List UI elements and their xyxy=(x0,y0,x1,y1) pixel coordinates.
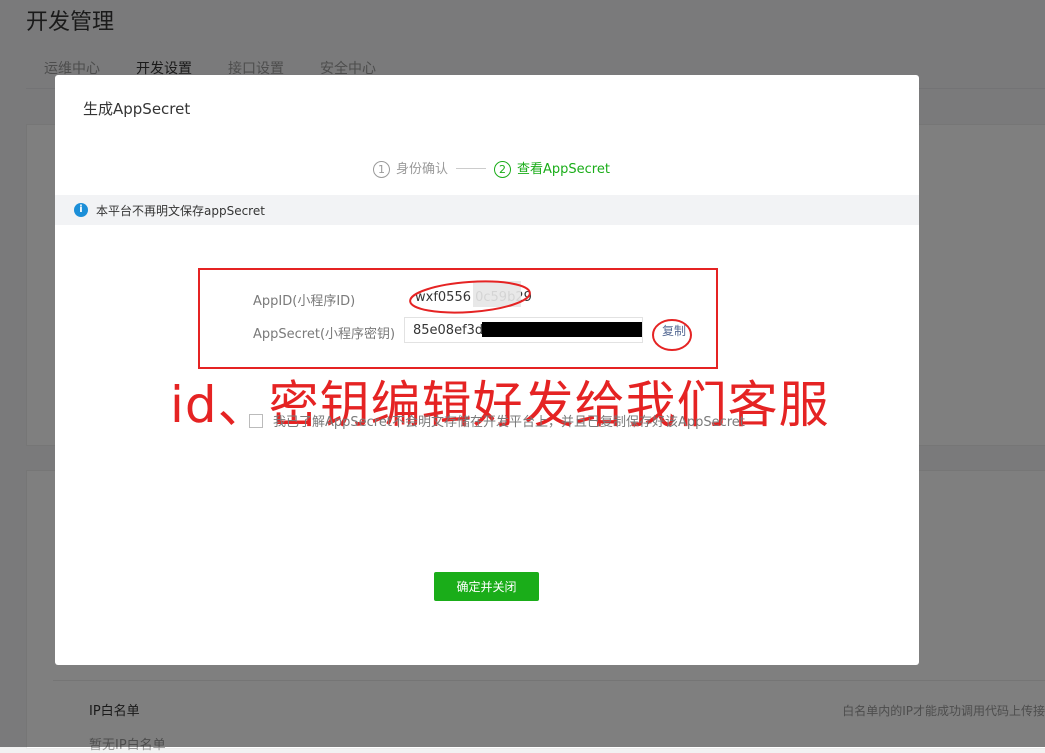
dialog-title: 生成AppSecret xyxy=(83,100,191,118)
step-number: 2 xyxy=(494,161,512,178)
acknowledge-label: 我已了解AppSecret不会明文存储在开发平台上，并且已复制保存好该AppSe… xyxy=(273,415,745,430)
annotation-circle-appid xyxy=(409,280,531,314)
generate-appsecret-dialog: 生成AppSecret 1 身份确认 2 查看AppSecret i 本平台不再明文… xyxy=(55,75,919,665)
appsecret-label: AppSecret(小程序密钥) xyxy=(253,327,396,342)
step-identity: 1 身份确认 xyxy=(373,158,448,178)
appid-label: AppID(小程序ID) xyxy=(253,294,356,309)
info-icon: i xyxy=(74,203,88,217)
step-indicator: 1 身份确认 2 查看AppSecret xyxy=(373,158,610,178)
step-view-secret: 2 查看AppSecret xyxy=(494,158,610,178)
notice-bar: i 本平台不再明文保存appSecret xyxy=(55,195,919,225)
step-number: 1 xyxy=(373,161,390,178)
confirm-close-button[interactable]: 确定并关闭 xyxy=(434,572,539,601)
step-label: 查看AppSecret xyxy=(517,162,610,177)
annotation-circle-copy xyxy=(652,319,692,351)
step-separator xyxy=(456,167,487,169)
secret-redaction-bar xyxy=(482,322,642,337)
acknowledge-checkbox[interactable] xyxy=(249,413,263,428)
step-label: 身份确认 xyxy=(396,162,449,177)
notice-text: 本平台不再明文保存appSecret xyxy=(96,203,265,218)
acknowledge-row: 我已了解AppSecret不会明文存储在开发平台上，并且已复制保存好该AppSe… xyxy=(249,411,745,430)
